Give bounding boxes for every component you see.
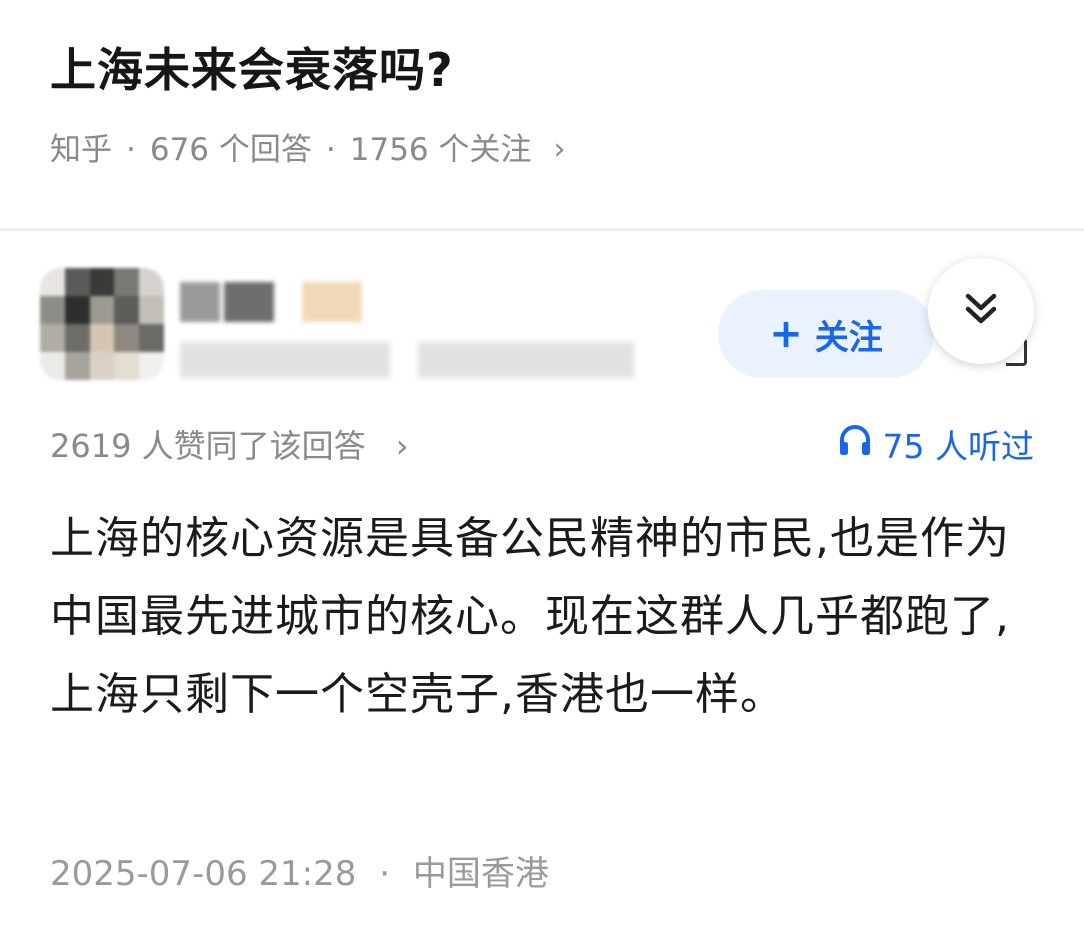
divider xyxy=(0,228,1084,231)
plus-icon: + xyxy=(769,311,803,357)
agree-text: 2619 人赞同了该回答 xyxy=(50,427,366,465)
author-name-redacted[interactable] xyxy=(180,282,362,322)
answer-footer: 2025-07-06 21:28 · 中国香港 xyxy=(50,850,549,898)
listen-text: 75 人听过 xyxy=(882,426,1034,466)
meta-separator: · xyxy=(126,132,136,168)
answer-body[interactable]: 上海的核心资源是具备公民精神的市民,也是作为中国最先进城市的核心。现在这群人几乎… xyxy=(50,500,1040,734)
meta-separator: · xyxy=(379,854,391,894)
answer-count: 676 个回答 xyxy=(149,132,312,168)
meta-separator: · xyxy=(325,132,336,168)
answer-datetime: 2025-07-06 21:28 xyxy=(50,854,357,894)
double-chevron-down-icon xyxy=(962,290,1000,332)
follow-count: 1756 个关注 xyxy=(349,132,532,168)
source-label: 知乎 xyxy=(50,132,112,168)
collapse-button[interactable] xyxy=(928,258,1034,364)
question-meta[interactable]: 知乎 · 676 个回答 · 1756 个关注 › xyxy=(50,126,566,174)
headphones-icon xyxy=(837,422,873,471)
answer-location: 中国香港 xyxy=(412,854,549,894)
avatar[interactable] xyxy=(40,268,164,380)
agree-count[interactable]: 2619 人赞同了该回答 › xyxy=(50,422,409,470)
follow-button[interactable]: + 关注 xyxy=(718,290,934,378)
listen-count[interactable]: 75 人听过 xyxy=(837,422,1034,471)
chevron-right-icon: › xyxy=(553,132,566,167)
chevron-right-icon: › xyxy=(395,427,409,465)
follow-label: 关注 xyxy=(814,317,883,358)
question-title[interactable]: 上海未来会衰落吗? xyxy=(50,38,454,102)
author-bio-redacted xyxy=(180,342,634,378)
